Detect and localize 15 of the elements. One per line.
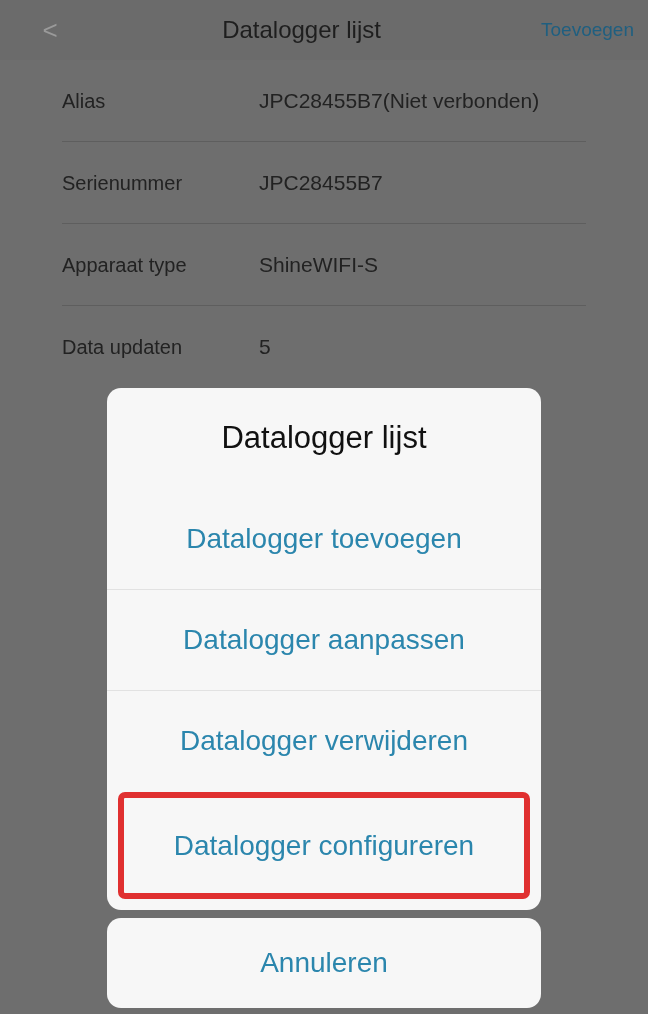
detail-value: ShineWIFI-S [259,251,379,278]
detail-label: Alias [62,88,107,114]
detail-value: JPC28455B7(Niet verbonden) [259,87,540,114]
screen-title: Datalogger lijst [221,15,382,45]
sheet-option[interactable]: Datalogger verwijderen [107,690,541,791]
sheet-option[interactable]: Datalogger aanpassen [107,589,541,690]
sheet-option[interactable]: Datalogger configureren [121,795,527,896]
sheet-option[interactable]: Datalogger toevoegen [107,488,541,589]
detail-value: 5 [259,334,271,361]
detail-label: Serienummer [62,170,184,196]
detail-value: JPC28455B7 [259,169,383,196]
detail-label: Data updaten [62,335,184,360]
detail-label: Apparaat type [62,252,188,278]
cancel-button[interactable]: Annuleren [107,918,541,1008]
sheet-title: Datalogger lijst [220,418,428,457]
